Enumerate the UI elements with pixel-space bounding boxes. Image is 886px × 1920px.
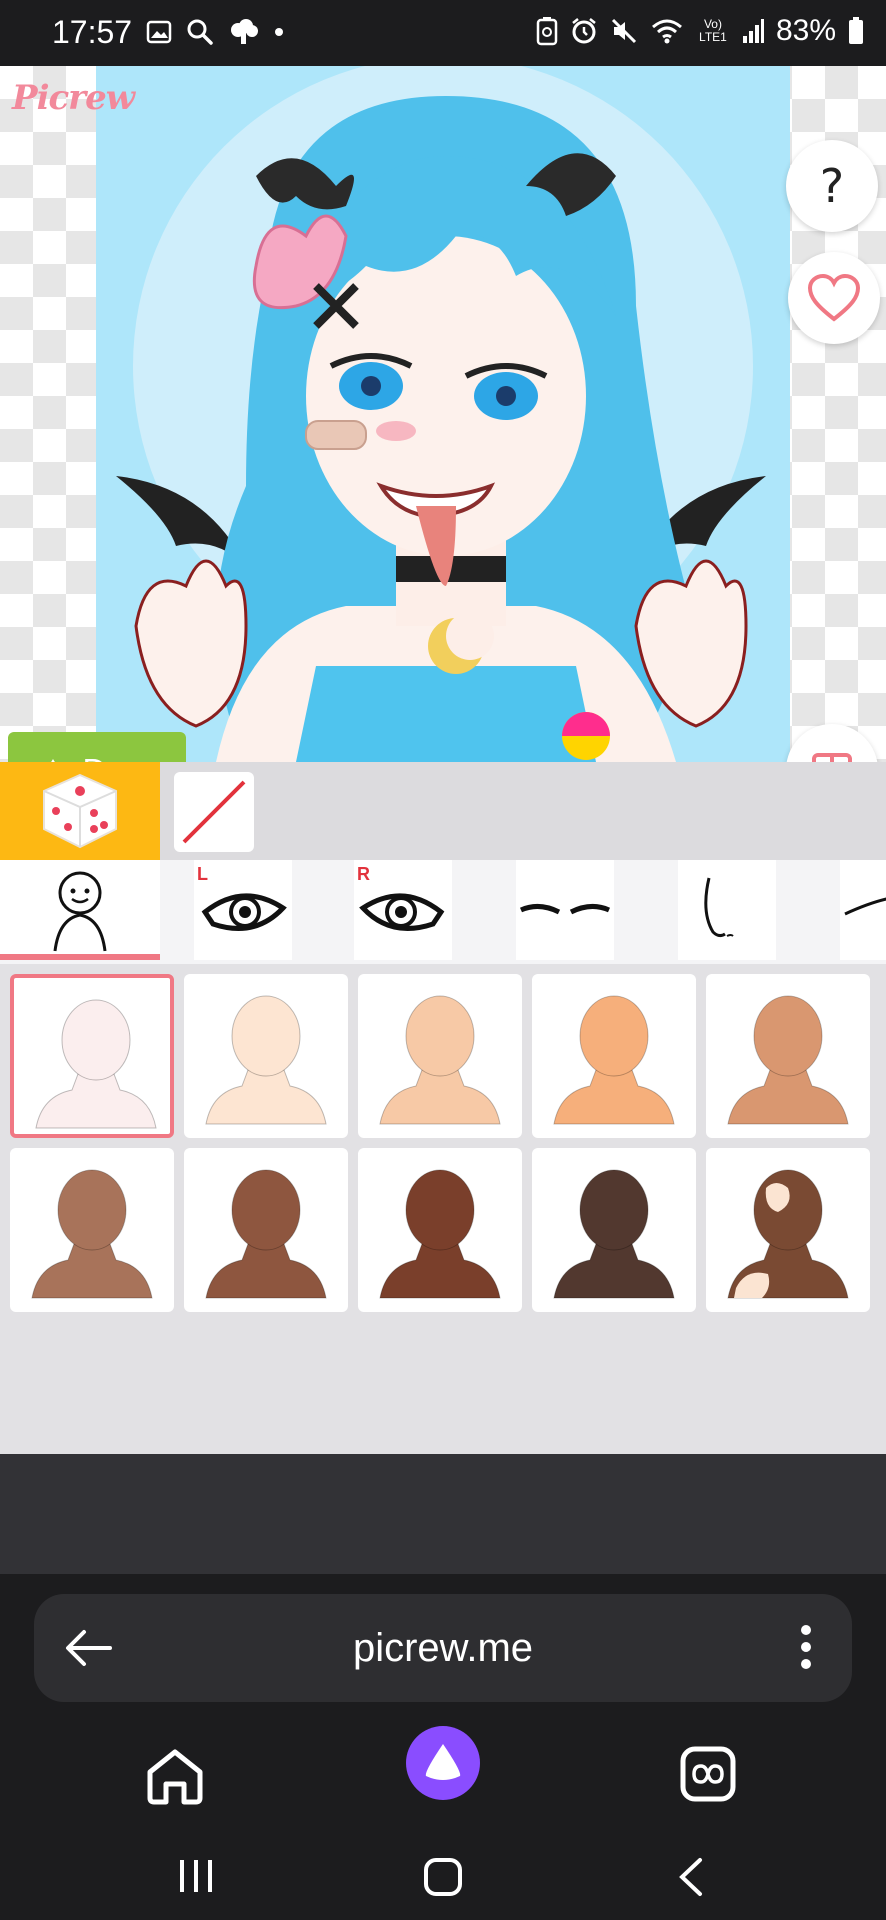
skin-swatch <box>205 995 327 1125</box>
tab-selected-indicator <box>0 954 160 960</box>
category-tabs: L R <box>0 860 886 964</box>
system-navigation <box>0 1844 886 1920</box>
home-icon[interactable] <box>422 1856 464 1898</box>
tab-right-eye[interactable]: R <box>354 860 452 960</box>
help-button[interactable]: ? <box>786 140 878 232</box>
svg-text:R: R <box>357 864 370 884</box>
heart-icon <box>807 273 861 322</box>
layout-grid-button[interactable] <box>786 724 878 762</box>
skin-swatch <box>31 1169 153 1299</box>
wifi-icon <box>651 19 682 44</box>
nose-icon <box>704 877 734 938</box>
tab-nose[interactable] <box>678 860 776 960</box>
skin-option[interactable] <box>184 974 348 1138</box>
skin-swatch <box>205 1169 327 1299</box>
tab-body[interactable] <box>0 860 160 960</box>
skin-swatch <box>553 995 675 1125</box>
svg-text:L: L <box>197 864 208 884</box>
done-button[interactable]: Done <box>8 732 186 762</box>
status-bar: 17:57 Vo) LTE1 83% <box>0 0 886 66</box>
eye-icon: L <box>197 864 287 931</box>
tab-mouth[interactable] <box>840 860 886 960</box>
skin-option[interactable] <box>532 974 696 1138</box>
favorite-button[interactable] <box>788 252 880 344</box>
search-icon <box>187 19 213 45</box>
tool-row <box>0 762 886 860</box>
tab-left-eye[interactable]: L <box>194 860 292 960</box>
skin-option[interactable] <box>532 1148 696 1312</box>
skin-option[interactable] <box>10 1148 174 1312</box>
skin-swatch <box>379 1169 501 1299</box>
alice-icon[interactable] <box>406 1726 480 1800</box>
skin-option[interactable] <box>706 1148 870 1312</box>
none-slash-icon <box>182 780 246 844</box>
skin-option[interactable] <box>358 974 522 1138</box>
skin-swatch <box>35 999 157 1129</box>
skin-swatch <box>379 995 501 1125</box>
randomize-button[interactable] <box>0 762 160 860</box>
volte-icon: Vo) LTE1 <box>699 17 727 44</box>
app-screen: 17:57 Vo) LTE1 83% Picrew ? L R picrew.m… <box>0 0 886 1920</box>
avatar-illustration <box>116 66 766 762</box>
status-time: 17:57 <box>52 14 133 50</box>
tabs-icon[interactable] <box>680 1746 736 1802</box>
battery-icon <box>849 17 863 44</box>
more-vert-icon[interactable] <box>800 1624 812 1670</box>
picrew-logo[interactable]: Picrew <box>12 78 135 118</box>
avatar-portrait <box>96 66 790 762</box>
dice-icon <box>43 773 117 849</box>
battery-saver-icon <box>536 17 558 46</box>
dot-icon <box>275 28 283 36</box>
skin-swatch <box>727 995 849 1125</box>
address-bar[interactable]: picrew.me <box>34 1594 852 1702</box>
skin-option[interactable] <box>706 974 870 1138</box>
skin-swatch <box>727 1169 849 1299</box>
avatar-canvas: Picrew ? Done <box>0 66 886 762</box>
page-bottom-band <box>0 1454 886 1574</box>
cloud-icon <box>231 19 258 44</box>
eyebrows-icon <box>519 904 611 915</box>
home-icon[interactable] <box>144 1746 206 1806</box>
alarm-icon <box>572 18 596 44</box>
mouth-icon <box>844 897 886 916</box>
back-arrow-icon[interactable] <box>64 1628 114 1668</box>
body-icon <box>53 871 107 952</box>
help-icon: ? <box>819 159 845 213</box>
mute-icon <box>611 18 637 44</box>
tab-eyebrows[interactable] <box>516 860 614 960</box>
skin-option[interactable] <box>10 974 174 1138</box>
battery-percent: 83% <box>775 14 836 47</box>
url-text: picrew.me <box>352 1626 534 1670</box>
back-icon[interactable] <box>676 1856 706 1898</box>
skin-options-grid <box>0 964 886 1454</box>
skin-swatch <box>553 1169 675 1299</box>
skin-option[interactable] <box>184 1148 348 1312</box>
browser-chrome: picrew.me <box>0 1574 886 1920</box>
grid-icon <box>812 753 852 762</box>
status-right-icons: Vo) LTE1 83% <box>536 14 864 48</box>
done-label: Done <box>83 752 162 762</box>
browser-toolbar <box>0 1726 886 1826</box>
signal-icon <box>742 19 764 43</box>
recents-icon[interactable] <box>176 1856 216 1896</box>
eye-icon: R <box>357 864 445 931</box>
none-option-button[interactable] <box>174 772 254 852</box>
status-left-icons <box>146 18 284 46</box>
skin-option[interactable] <box>358 1148 522 1312</box>
gallery-icon <box>146 20 172 44</box>
